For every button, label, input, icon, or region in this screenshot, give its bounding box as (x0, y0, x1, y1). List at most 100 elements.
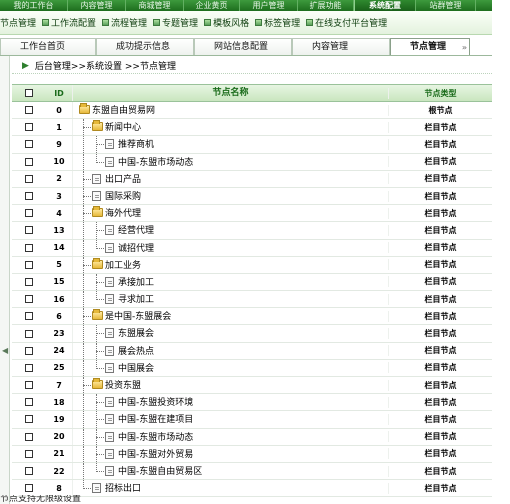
node-type: 栏目节点 (388, 242, 492, 254)
table-row[interactable]: 19 中国-东盟在建项目 栏目节点 (12, 411, 492, 429)
node-name[interactable]: 推荐商机 (118, 140, 154, 150)
node-name[interactable]: 中国展会 (118, 364, 154, 374)
sub-nav-item[interactable]: 模板风格 (204, 16, 249, 29)
sub-nav-item[interactable]: 节点管理 (0, 16, 36, 29)
tab[interactable]: 工作台首页 (0, 38, 96, 55)
table-row[interactable]: 4 海外代理 栏目节点 (12, 205, 492, 223)
top-nav-item[interactable]: 我的工作台 (0, 0, 68, 11)
tree-guide-line (83, 428, 84, 445)
node-name[interactable]: 出口产品 (105, 175, 141, 185)
table-row[interactable]: 2 出口产品 栏目节点 (12, 170, 492, 188)
top-nav-item[interactable]: 内容管理 (68, 0, 126, 11)
node-name[interactable]: 中国-东盟在建项目 (118, 415, 193, 425)
node-name[interactable]: 中国-东盟市场动态 (118, 158, 193, 168)
row-checkbox[interactable] (25, 449, 33, 458)
left-collapse-bar[interactable]: ◀ (0, 56, 10, 504)
node-name-cell: 出口产品 (72, 170, 388, 187)
node-name[interactable]: 中国-东盟市场动态 (118, 433, 193, 443)
row-checkbox[interactable] (25, 226, 33, 235)
row-checkbox[interactable] (25, 209, 33, 218)
node-name[interactable]: 展会热点 (118, 347, 154, 357)
top-nav-item[interactable]: 用户管理 (240, 0, 298, 11)
node-id: 10 (53, 157, 65, 167)
table-row[interactable]: 14 诚招代理 栏目节点 (12, 239, 492, 257)
sub-nav-item[interactable]: 在线支付平台管理 (306, 16, 387, 29)
tab[interactable]: 节点管理 » (390, 38, 470, 55)
table-row[interactable]: 3 国际采购 栏目节点 (12, 187, 492, 206)
row-checkbox[interactable] (25, 174, 33, 183)
top-nav-item[interactable]: 站群管理 (416, 0, 476, 11)
row-checkbox[interactable] (25, 295, 33, 304)
row-checkbox[interactable] (25, 363, 33, 372)
sub-nav-item[interactable]: 工作流配置 (42, 16, 96, 29)
table-row[interactable]: 1 新闻中心 栏目节点 (12, 119, 492, 137)
node-name[interactable]: 东盟自由贸易网 (92, 106, 155, 116)
table-row[interactable]: 15 承接加工 栏目节点 (12, 273, 492, 292)
top-nav-item[interactable]: 商城管理 (126, 0, 184, 11)
collapse-arrow-icon[interactable]: ◀ (2, 346, 8, 355)
tab-scroll-icon[interactable]: » (462, 39, 467, 55)
node-name[interactable]: 承接加工 (118, 278, 154, 288)
table-row[interactable]: 10 中国-东盟市场动态 栏目节点 (12, 153, 492, 171)
node-name[interactable]: 新闻中心 (105, 123, 141, 133)
row-checkbox[interactable] (25, 243, 33, 252)
node-id: 1 (56, 122, 62, 132)
table-row[interactable]: 6 是中国-东盟展会 栏目节点 (12, 308, 492, 326)
node-name[interactable]: 寻求加工 (118, 295, 154, 305)
node-type: 栏目节点 (388, 310, 492, 322)
node-name[interactable]: 诚招代理 (118, 244, 154, 254)
node-name[interactable]: 中国-东盟投资环境 (118, 398, 193, 408)
node-name[interactable]: 海外代理 (105, 209, 141, 219)
table-row[interactable]: 22 中国-东盟自由贸易区 栏目节点 (12, 462, 492, 481)
row-checkbox[interactable] (25, 398, 33, 407)
node-name[interactable]: 投资东盟 (105, 381, 141, 391)
node-name[interactable]: 中国-东盟自由贸易区 (118, 467, 202, 477)
top-nav-item[interactable]: 企业黄页 (184, 0, 240, 11)
node-name[interactable]: 招标出口 (105, 484, 141, 494)
node-name[interactable]: 国际采购 (105, 192, 141, 202)
row-checkbox[interactable] (25, 381, 33, 390)
sub-nav-item[interactable]: 标签管理 (255, 16, 300, 29)
sub-nav-item[interactable]: 流程管理 (102, 16, 147, 29)
table-row[interactable]: 24 展会热点 栏目节点 (12, 342, 492, 360)
row-checkbox[interactable] (25, 140, 33, 149)
node-name[interactable]: 中国-东盟对外贸易 (118, 450, 193, 460)
tab[interactable]: 网站信息配置 (194, 38, 292, 55)
row-checkbox[interactable] (25, 277, 33, 286)
tab[interactable]: 内容管理 (292, 38, 390, 55)
top-nav-item[interactable]: 系统配置 (354, 0, 416, 11)
table-row[interactable]: 25 中国展会 栏目节点 (12, 359, 492, 377)
row-checkbox[interactable] (25, 467, 33, 476)
tab[interactable]: 成功提示信息 (96, 38, 194, 55)
row-checkbox[interactable] (25, 260, 33, 269)
header-node-name: 节点名称 (72, 85, 388, 101)
table-row[interactable]: 23 东盟展会 栏目节点 (12, 325, 492, 343)
row-checkbox[interactable] (25, 329, 33, 338)
node-name[interactable]: 是中国-东盟展会 (105, 312, 171, 322)
row-checkbox[interactable] (25, 415, 33, 424)
table-row[interactable]: 18 中国-东盟投资环境 栏目节点 (12, 394, 492, 412)
table-row[interactable]: 16 寻求加工 栏目节点 (12, 291, 492, 309)
table-row[interactable]: 5 加工业务 栏目节点 (12, 256, 492, 274)
row-checkbox[interactable] (25, 123, 33, 132)
row-checkbox[interactable] (25, 157, 33, 166)
node-name[interactable]: 经营代理 (118, 226, 154, 236)
table-row[interactable]: 7 投资东盟 栏目节点 (12, 377, 492, 395)
top-nav-item[interactable]: 扩展功能 (298, 0, 354, 11)
row-checkbox[interactable] (25, 312, 33, 321)
row-checkbox[interactable] (25, 432, 33, 441)
row-checkbox[interactable] (25, 106, 33, 115)
sub-nav-item[interactable]: 专题管理 (153, 16, 198, 29)
page-icon (92, 190, 101, 201)
table-row[interactable]: 9 推荐商机 栏目节点 (12, 136, 492, 154)
table-row[interactable]: 0 东盟自由贸易网 根节点 (12, 102, 492, 120)
row-checkbox[interactable] (25, 192, 33, 201)
table-row[interactable]: 13 经营代理 栏目节点 (12, 222, 492, 240)
select-all-checkbox[interactable] (25, 89, 33, 97)
table-row[interactable]: 21 中国-东盟对外贸易 栏目节点 (12, 445, 492, 463)
node-name[interactable]: 东盟展会 (118, 329, 154, 339)
row-checkbox[interactable] (25, 484, 33, 493)
node-name[interactable]: 加工业务 (105, 261, 141, 271)
row-checkbox[interactable] (25, 346, 33, 355)
table-row[interactable]: 20 中国-东盟市场动态 栏目节点 (12, 428, 492, 446)
